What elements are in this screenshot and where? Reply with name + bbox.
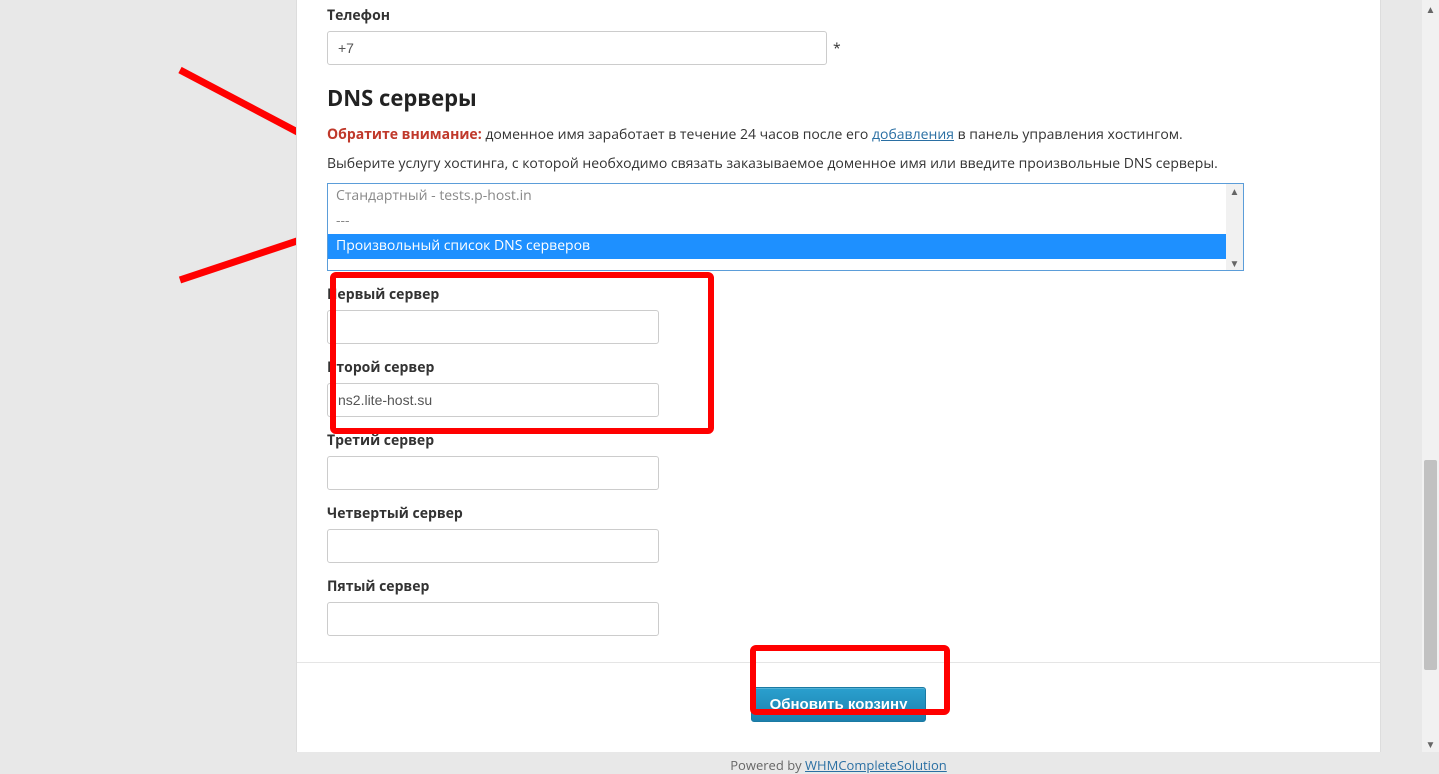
- dns-notice-link[interactable]: добавления: [872, 125, 954, 144]
- dns-option-custom[interactable]: Произвольный список DNS серверов: [328, 234, 1243, 259]
- dns-notice-before: доменное имя заработает в течение 24 час…: [482, 125, 872, 144]
- footer-link[interactable]: WHMCompleteSolution: [805, 756, 947, 774]
- scrollbar-thumb[interactable]: [1424, 460, 1437, 670]
- server2-input[interactable]: [327, 383, 659, 417]
- dns-notice: Обратите внимание: доменное имя заработа…: [327, 125, 1350, 144]
- dns-option-standard[interactable]: Стандартный - tests.p-host.in: [328, 184, 1243, 209]
- scrollbar-down-icon[interactable]: ▼: [1422, 735, 1439, 752]
- required-asterisk: *: [833, 39, 841, 58]
- footer: Powered by WHMCompleteSolution: [297, 746, 1380, 774]
- phone-label: Телефон: [327, 6, 1350, 25]
- server1-label: Первый сервер: [327, 285, 1350, 304]
- scrollbar-up-icon[interactable]: ▲: [1422, 0, 1439, 17]
- server4-label: Четвертый сервер: [327, 504, 1350, 523]
- server3-input[interactable]: [327, 456, 659, 490]
- scroll-down-icon[interactable]: ▼: [1230, 256, 1240, 270]
- server4-input[interactable]: [327, 529, 659, 563]
- update-cart-button[interactable]: Обновить корзину: [751, 687, 927, 722]
- dns-select-listbox[interactable]: Стандартный - tests.p-host.in --- Произв…: [327, 183, 1244, 271]
- main-panel: Телефон * DNS серверы Обратите внимание:…: [296, 0, 1381, 752]
- dns-option-separator: ---: [328, 209, 1243, 234]
- scroll-up-icon[interactable]: ▲: [1230, 184, 1240, 198]
- dns-notice-after: в панель управления хостингом.: [954, 125, 1183, 144]
- footer-text: Powered by: [730, 756, 805, 774]
- server2-label: Второй сервер: [327, 358, 1350, 377]
- server5-label: Пятый сервер: [327, 577, 1350, 596]
- dns-notice-lead: Обратите внимание:: [327, 125, 482, 144]
- server1-input[interactable]: [327, 310, 659, 344]
- phone-input[interactable]: [327, 31, 827, 65]
- dns-help-text: Выберите услугу хостинга, с которой необ…: [327, 154, 1350, 173]
- listbox-scrollbar[interactable]: ▲ ▼: [1226, 184, 1243, 270]
- window-scrollbar[interactable]: ▲ ▼: [1422, 0, 1439, 752]
- server5-input[interactable]: [327, 602, 659, 636]
- dns-section-title: DNS серверы: [327, 83, 1350, 113]
- action-bar: Обновить корзину: [297, 662, 1380, 746]
- server3-label: Третий сервер: [327, 431, 1350, 450]
